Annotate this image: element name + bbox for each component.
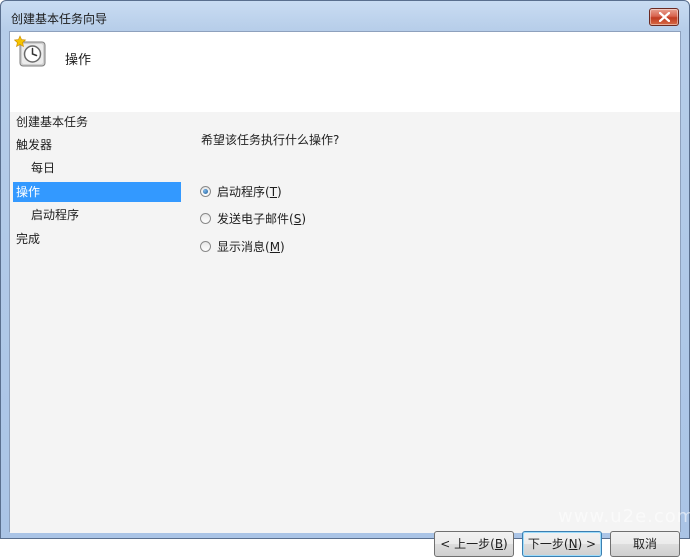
action-prompt: 希望该任务执行什么操作? (201, 133, 340, 147)
window-title: 创建基本任务向导 (11, 12, 108, 26)
task-scheduler-clock-icon (14, 35, 46, 67)
nav-step-finish[interactable]: 完成 (13, 229, 181, 249)
wizard-window: 创建基本任务向导 操作 创建基本任务 触发器 每日 操作 启动程序 完成 希望该… (0, 0, 690, 557)
cancel-button[interactable]: 取消 (610, 531, 680, 557)
nav-step-action[interactable]: 操作 (13, 182, 181, 202)
close-icon (659, 12, 670, 22)
nav-step-start-program[interactable]: 启动程序 (13, 205, 181, 225)
radio-label-send-email: 发送电子邮件(S) (217, 212, 306, 226)
wizard-client-area: 操作 创建基本任务 触发器 每日 操作 启动程序 完成 希望该任务执行什么操作?… (9, 31, 681, 557)
step-navigation: 创建基本任务 触发器 每日 操作 启动程序 完成 (10, 112, 190, 533)
nav-step-daily[interactable]: 每日 (13, 158, 181, 178)
nav-step-trigger[interactable]: 触发器 (13, 135, 181, 155)
title-bar[interactable]: 创建基本任务向导 (1, 1, 689, 31)
radio-button[interactable] (200, 213, 211, 224)
back-button[interactable]: < 上一步(B) (434, 531, 514, 557)
wizard-body: 创建基本任务 触发器 每日 操作 启动程序 完成 希望该任务执行什么操作? 启动… (10, 112, 680, 557)
close-button[interactable] (649, 8, 679, 26)
radio-button-checked[interactable] (200, 186, 211, 197)
radio-label-start-program: 启动程序(T) (217, 185, 282, 199)
next-button[interactable]: 下一步(N) > (522, 531, 602, 557)
nav-step-create-basic-task[interactable]: 创建基本任务 (13, 112, 181, 132)
site-watermark: www.u2e.com (558, 506, 690, 527)
radio-label-show-message: 显示消息(M) (217, 240, 285, 254)
wizard-button-bar: < 上一步(B) 下一步(N) > 取消 (10, 531, 680, 557)
action-panel: 希望该任务执行什么操作? 启动程序(T) 发送电子邮件(S) 显示消息(M) (200, 112, 680, 533)
page-title: 操作 (65, 53, 92, 68)
wizard-header: 操作 (10, 32, 680, 112)
radio-button[interactable] (200, 241, 211, 252)
